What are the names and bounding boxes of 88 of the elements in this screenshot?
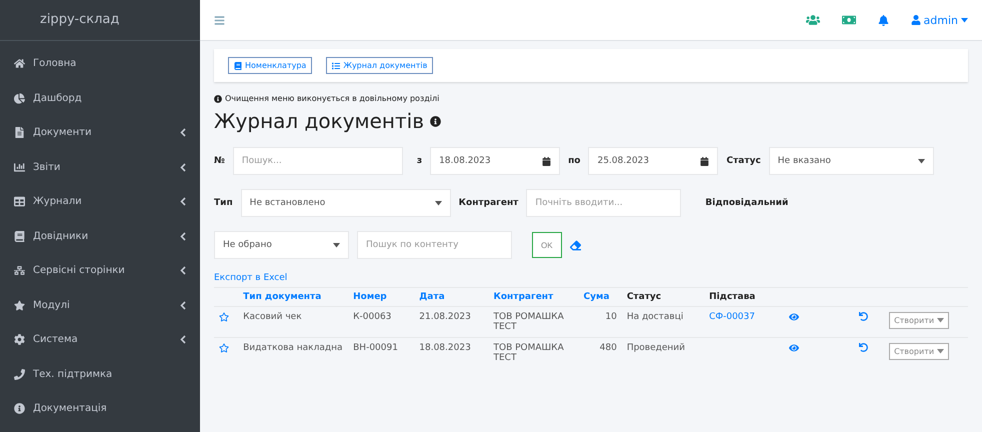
notifications-icon[interactable]: [878, 14, 889, 26]
info-icon: [14, 403, 25, 414]
column-header[interactable]: Тип документа: [238, 288, 348, 306]
column-header: Статус: [622, 288, 704, 306]
field-label: Статус: [726, 156, 761, 166]
brand-name: zippy-склад: [40, 12, 120, 28]
calendar-icon: [700, 156, 710, 166]
sidebar-item[interactable]: Сервісні сторінки: [8, 254, 192, 288]
undo-icon[interactable]: [859, 312, 868, 321]
list-icon: [332, 62, 340, 70]
sidebar-item[interactable]: Система: [8, 322, 192, 357]
type-select[interactable]: Не встановлено: [240, 189, 451, 217]
table-cell: На доставці: [622, 306, 704, 338]
column-header[interactable]: Контрагент: [488, 288, 578, 306]
field-label: Контрагент: [458, 198, 518, 208]
star-icon[interactable]: [219, 312, 229, 322]
table-cell: ТОВ РОМАШКА ТЕСТ: [488, 338, 578, 368]
table-icon: [14, 196, 25, 208]
table-cell: 18.08.2023: [414, 338, 488, 368]
notice-text: Очищення меню виконується в довільному розділі: [225, 94, 440, 103]
user-menu[interactable]: admin: [910, 14, 968, 26]
settings-icon: [14, 334, 25, 346]
menu-icon[interactable]: [214, 14, 225, 26]
users-icon[interactable]: [806, 13, 820, 27]
sidebar-item[interactable]: Дашборд: [8, 81, 192, 116]
phone-icon: [14, 368, 25, 380]
star-icon: [14, 300, 25, 311]
column-header[interactable]: Номер: [348, 288, 414, 306]
book-icon: [14, 230, 25, 242]
column-header[interactable]: Дата: [414, 288, 488, 306]
bar-chart-icon: [14, 162, 25, 173]
sidebar-item[interactable]: Документація: [8, 392, 192, 426]
sidebar-item[interactable]: Головна: [8, 46, 192, 81]
table-cell: 10: [578, 306, 622, 338]
eraser-icon[interactable]: [570, 240, 581, 250]
field-label: з: [416, 156, 422, 166]
sidebar-item[interactable]: Журнали: [8, 184, 192, 219]
caret-icon: [918, 158, 925, 164]
home-icon: [14, 58, 25, 70]
table-cell: Видаткова накладна: [238, 338, 348, 368]
column-header: Підстава: [704, 288, 784, 306]
sidebar-item[interactable]: Тех. підтримка: [8, 357, 192, 392]
field-label: Відповідальний: [705, 198, 788, 208]
create-dropdown[interactable]: Створити: [889, 343, 949, 360]
book-icon: [234, 62, 242, 70]
caret-icon: [434, 200, 442, 206]
table-cell: Касовий чек: [238, 306, 348, 338]
date-field[interactable]: 18.08.2023: [430, 147, 560, 175]
sidebar-item[interactable]: Звіти: [8, 150, 192, 184]
table-cell: К-00063: [348, 306, 414, 338]
document-icon: [14, 127, 25, 138]
table-cell: 480: [578, 338, 622, 368]
pie-chart-icon: [14, 92, 25, 104]
create-dropdown[interactable]: Створити: [889, 312, 949, 329]
user-icon: [910, 15, 921, 25]
export-link[interactable]: Експорт в Excel: [214, 273, 968, 283]
sidebar-item[interactable]: Довідники: [8, 219, 192, 254]
caret-icon: [961, 18, 968, 22]
column-header[interactable]: Сума: [578, 288, 622, 306]
money-icon[interactable]: [842, 13, 856, 27]
caret-icon: [936, 318, 944, 323]
caret-icon: [333, 242, 340, 248]
field-label: по: [568, 156, 580, 166]
star-icon[interactable]: [219, 343, 229, 353]
info-icon: [214, 94, 222, 102]
view-icon[interactable]: [789, 343, 800, 353]
select-field[interactable]: Не обрано: [214, 231, 349, 259]
table-cell: 21.08.2023: [414, 306, 488, 338]
field-label: Тип: [214, 198, 233, 208]
info-icon: [430, 116, 441, 126]
undo-icon[interactable]: [859, 343, 868, 352]
sidebar-item[interactable]: Модулі: [8, 288, 192, 322]
network-icon: [14, 265, 25, 276]
sidebar-item[interactable]: Документи: [8, 116, 192, 150]
table-cell: Проведений: [622, 338, 704, 368]
toolbar-button[interactable]: Номенклатура: [228, 57, 312, 74]
status-select[interactable]: Не вказано: [768, 147, 934, 175]
page-title: Журнал документів: [214, 109, 424, 133]
calendar-icon: [542, 156, 552, 166]
ok-button[interactable]: OK: [532, 232, 562, 258]
basis-link[interactable]: СФ-00037: [709, 312, 755, 322]
field-label: №: [214, 156, 225, 166]
table-cell: ВН-00091: [348, 338, 414, 368]
table-cell: ТОВ РОМАШКА ТЕСТ: [488, 306, 578, 338]
toolbar-button[interactable]: Журнал документів: [326, 57, 434, 74]
caret-icon: [936, 349, 944, 354]
view-icon[interactable]: [789, 312, 800, 322]
date-field[interactable]: 25.08.2023: [588, 147, 718, 175]
